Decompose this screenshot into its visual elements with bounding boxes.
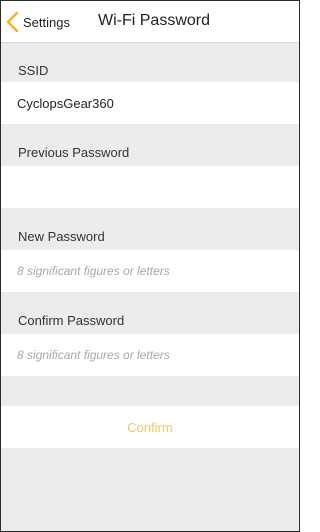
confirm-password-input[interactable]	[17, 348, 287, 362]
section-header-confirm-password: Confirm Password	[1, 292, 299, 334]
page-title: Wi-Fi Password	[98, 12, 211, 29]
confirm-button[interactable]: Confirm	[1, 406, 299, 448]
chevron-left-icon	[5, 11, 19, 33]
previous-password-cell[interactable]	[1, 166, 299, 208]
back-button-label: Settings	[23, 14, 70, 30]
previous-password-input[interactable]	[17, 180, 287, 194]
confirm-password-cell[interactable]	[1, 334, 299, 376]
new-password-input[interactable]	[17, 264, 287, 278]
ssid-cell: CyclopsGear360	[1, 82, 299, 124]
section-header-previous-password: Previous Password	[1, 124, 299, 166]
confirm-button-label: Confirm	[127, 419, 173, 435]
section-header-new-password: New Password	[1, 208, 299, 250]
wifi-password-screen: Settings Wi-Fi Password SSID CyclopsGear…	[0, 0, 300, 532]
section-header-ssid: SSID	[1, 43, 299, 82]
navigation-bar: Settings Wi-Fi Password	[1, 1, 299, 43]
back-button[interactable]: Settings	[5, 10, 70, 34]
new-password-cell[interactable]	[1, 250, 299, 292]
ssid-value: CyclopsGear360	[17, 95, 114, 111]
